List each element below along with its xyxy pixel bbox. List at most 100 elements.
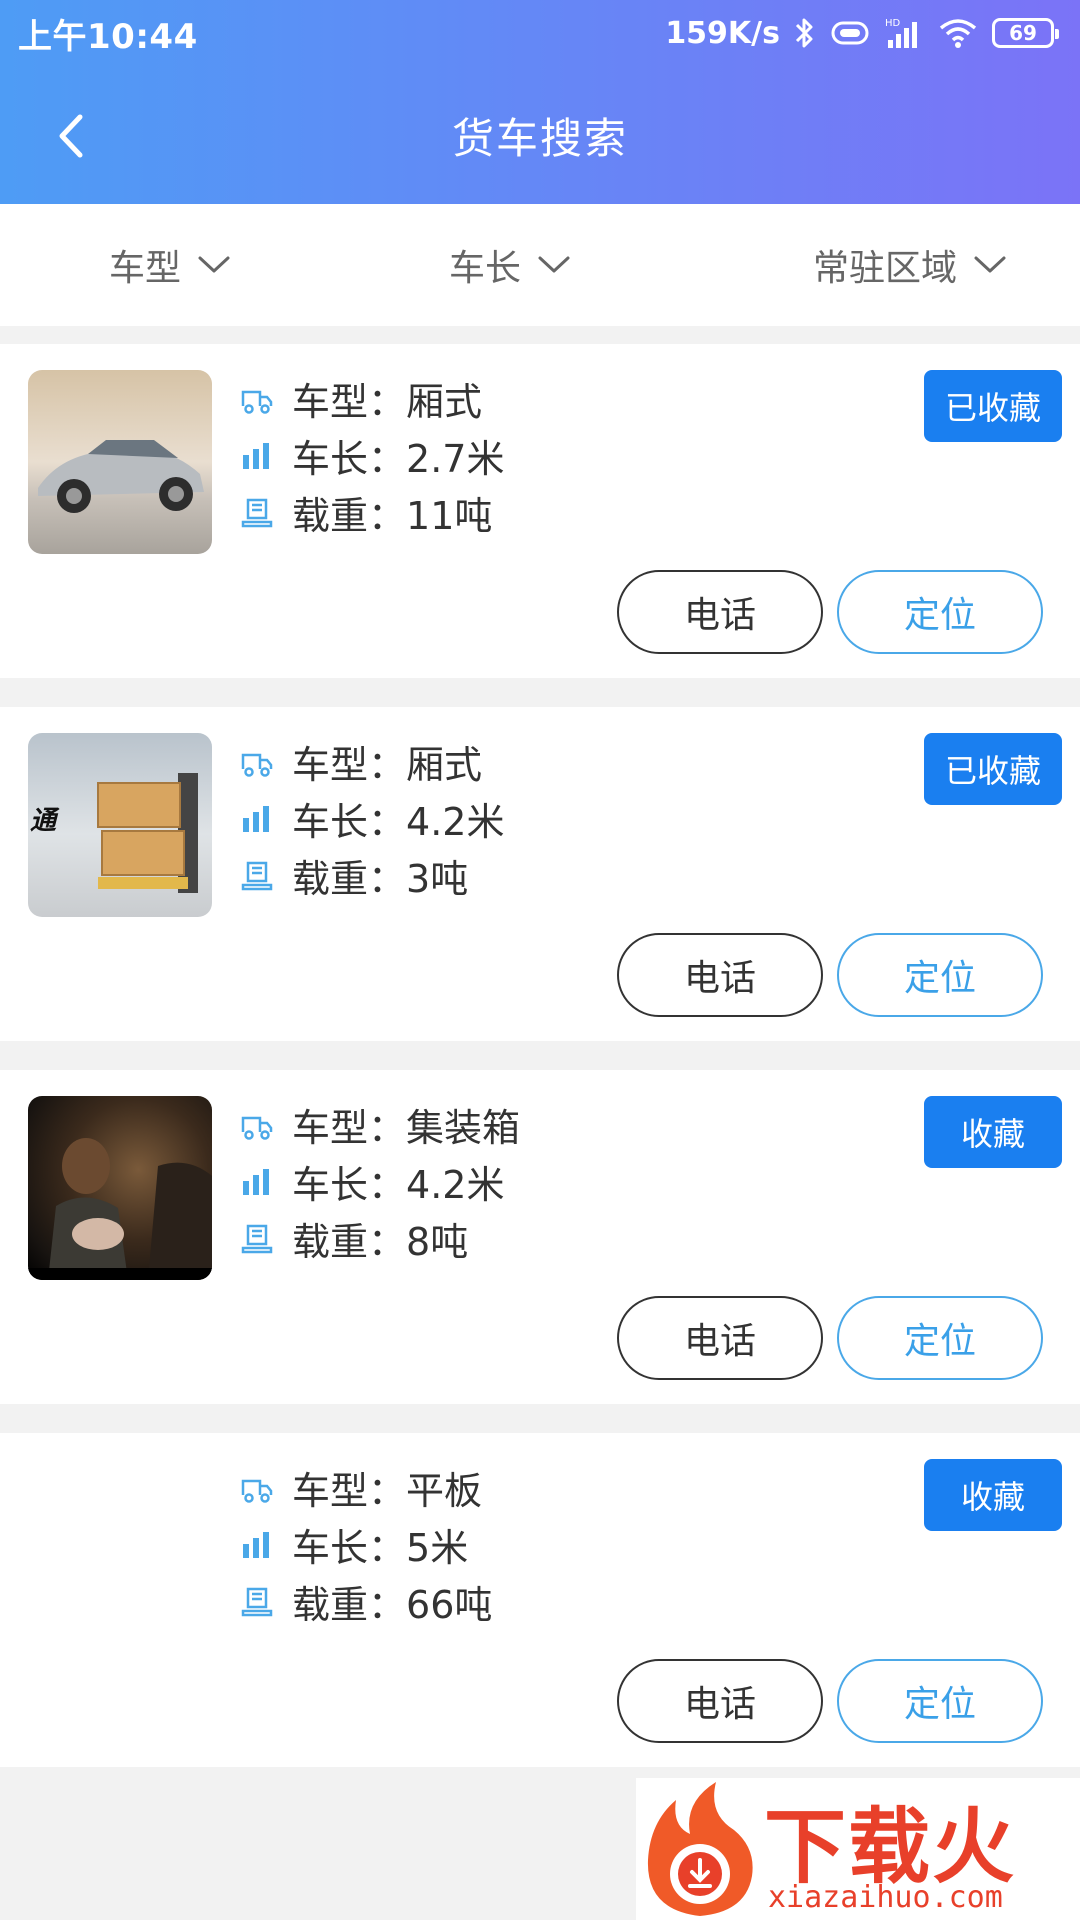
bar-chart-icon xyxy=(240,1528,274,1562)
favorite-button[interactable]: 收藏 xyxy=(924,1096,1062,1168)
vibrate-icon xyxy=(830,19,870,47)
truck-load-value: 11吨 xyxy=(406,494,493,538)
scale-icon xyxy=(240,1222,274,1256)
favorite-button[interactable]: 收藏 xyxy=(924,1459,1062,1531)
truck-type-row: 车型： 厢式 xyxy=(240,733,504,790)
truck-load-value: 3吨 xyxy=(406,857,469,901)
truck-load-row: 载重： 8吨 xyxy=(240,1210,520,1267)
truck-length-row: 车长： 4.2米 xyxy=(240,790,504,847)
filter-label: 车型 xyxy=(108,248,181,289)
truck-load-label: 载重： xyxy=(292,1583,407,1627)
truck-icon xyxy=(240,745,274,779)
truck-icon xyxy=(240,1471,274,1505)
truck-length-value: 5米 xyxy=(406,1526,469,1570)
truck-icon xyxy=(240,1108,274,1142)
truck-length-value: 2.7米 xyxy=(406,437,505,481)
truck-type-label: 车型： xyxy=(292,1106,407,1150)
call-button[interactable]: 电话 xyxy=(617,1296,823,1380)
bluetooth-icon xyxy=(794,16,816,50)
truck-photo[interactable] xyxy=(28,370,212,554)
chevron-down-icon xyxy=(538,256,570,273)
watermark-url: xiazaihuo.com xyxy=(768,1880,1003,1915)
thumb-overlay-text: 通 xyxy=(30,806,60,836)
scale-icon xyxy=(240,496,274,530)
truck-info: 车型： 厢式 车长： 4.2米 载重： 3吨 xyxy=(240,733,504,904)
truck-load-label: 载重： xyxy=(292,494,407,538)
truck-type-value: 厢式 xyxy=(406,743,483,787)
truck-type-row: 车型： 平板 xyxy=(240,1459,492,1516)
back-button[interactable] xyxy=(30,96,110,176)
truck-info: 车型： 厢式 车长： 2.7米 载重： 11吨 xyxy=(240,370,504,541)
chevron-left-icon xyxy=(59,114,83,158)
signal-icon: HD xyxy=(884,16,924,50)
truck-icon xyxy=(240,382,274,416)
truck-length-value: 4.2米 xyxy=(406,800,505,844)
favorite-button[interactable]: 已收藏 xyxy=(924,733,1062,805)
page-title: 货车搜索 xyxy=(451,113,628,163)
status-time: 上午10:44 xyxy=(18,16,198,57)
network-speed: 159K/s xyxy=(665,15,780,51)
truck-type-value: 集装箱 xyxy=(406,1106,521,1150)
truck-type-value: 厢式 xyxy=(406,380,483,424)
scale-icon xyxy=(240,859,274,893)
truck-load-value: 8吨 xyxy=(406,1220,469,1264)
title-bar: 货车搜索 xyxy=(0,66,1080,204)
truck-card: 通 车型： 厢式 车长： 4.2米 载重： 3吨 已收藏 电话 定位 xyxy=(0,707,1080,1041)
truck-load-row: 载重： 3吨 xyxy=(240,847,504,904)
locate-button[interactable]: 定位 xyxy=(837,1296,1043,1380)
truck-type-row: 车型： 集装箱 xyxy=(240,1096,520,1153)
truck-length-label: 车长： xyxy=(292,800,407,844)
call-button[interactable]: 电话 xyxy=(617,1659,823,1743)
truck-length-value: 4.2米 xyxy=(406,1163,505,1207)
locate-button[interactable]: 定位 xyxy=(837,570,1043,654)
truck-length-label: 车长： xyxy=(292,1526,407,1570)
scale-icon xyxy=(240,1585,274,1619)
favorite-button[interactable]: 已收藏 xyxy=(924,370,1062,442)
call-button[interactable]: 电话 xyxy=(617,933,823,1017)
filter-region[interactable]: 常驻区域 xyxy=(680,204,1080,326)
svg-text:HD: HD xyxy=(885,18,901,29)
bar-chart-icon xyxy=(240,1165,274,1199)
truck-type-value: 平板 xyxy=(406,1469,483,1513)
truck-load-row: 载重： 11吨 xyxy=(240,484,504,541)
truck-load-label: 载重： xyxy=(292,1220,407,1264)
truck-length-label: 车长： xyxy=(292,437,407,481)
status-bar: 上午10:44 159K/s HD 69 xyxy=(0,0,1080,66)
truck-photo[interactable] xyxy=(28,1459,212,1643)
truck-type-row: 车型： 厢式 xyxy=(240,370,504,427)
filter-label: 车长 xyxy=(448,248,521,289)
truck-type-label: 车型： xyxy=(292,743,407,787)
bar-chart-icon xyxy=(240,802,274,836)
truck-card: 车型： 集装箱 车长： 4.2米 载重： 8吨 收藏 电话 定位 xyxy=(0,1070,1080,1404)
truck-length-row: 车长： 5米 xyxy=(240,1516,492,1573)
filter-vehicle-length[interactable]: 车长 xyxy=(340,204,680,326)
wifi-icon xyxy=(938,17,978,49)
truck-length-row: 车长： 2.7米 xyxy=(240,427,504,484)
truck-length-row: 车长： 4.2米 xyxy=(240,1153,520,1210)
truck-photo[interactable] xyxy=(28,1096,212,1280)
truck-info: 车型： 平板 车长： 5米 载重： 66吨 xyxy=(240,1459,492,1630)
truck-length-label: 车长： xyxy=(292,1163,407,1207)
truck-load-value: 66吨 xyxy=(406,1583,493,1627)
filter-bar: 车型 车长 常驻区域 xyxy=(0,204,1080,326)
watermark-logo: 下载火 xiazaihuo.com xyxy=(636,1778,1080,1920)
header: 上午10:44 159K/s HD 69 货车搜索 xyxy=(0,0,1080,204)
status-icons: 159K/s HD 69 xyxy=(665,15,1059,51)
truck-load-label: 载重： xyxy=(292,857,407,901)
truck-load-row: 载重： 66吨 xyxy=(240,1573,492,1630)
truck-info: 车型： 集装箱 车长： 4.2米 载重： 8吨 xyxy=(240,1096,520,1267)
flame-logo-icon xyxy=(647,1782,753,1916)
truck-photo[interactable]: 通 xyxy=(28,733,212,917)
truck-type-label: 车型： xyxy=(292,1469,407,1513)
locate-button[interactable]: 定位 xyxy=(837,1659,1043,1743)
truck-card: 车型： 厢式 车长： 2.7米 载重： 11吨 已收藏 电话 定位 xyxy=(0,344,1080,678)
chevron-down-icon xyxy=(974,256,1006,273)
truck-card: 车型： 平板 车长： 5米 载重： 66吨 收藏 电话 定位 xyxy=(0,1433,1080,1767)
locate-button[interactable]: 定位 xyxy=(837,933,1043,1017)
battery-icon: 69 xyxy=(992,18,1059,48)
call-button[interactable]: 电话 xyxy=(617,570,823,654)
filter-label: 常驻区域 xyxy=(812,248,957,289)
chevron-down-icon xyxy=(198,256,230,273)
filter-vehicle-type[interactable]: 车型 xyxy=(0,204,340,326)
bar-chart-icon xyxy=(240,439,274,473)
